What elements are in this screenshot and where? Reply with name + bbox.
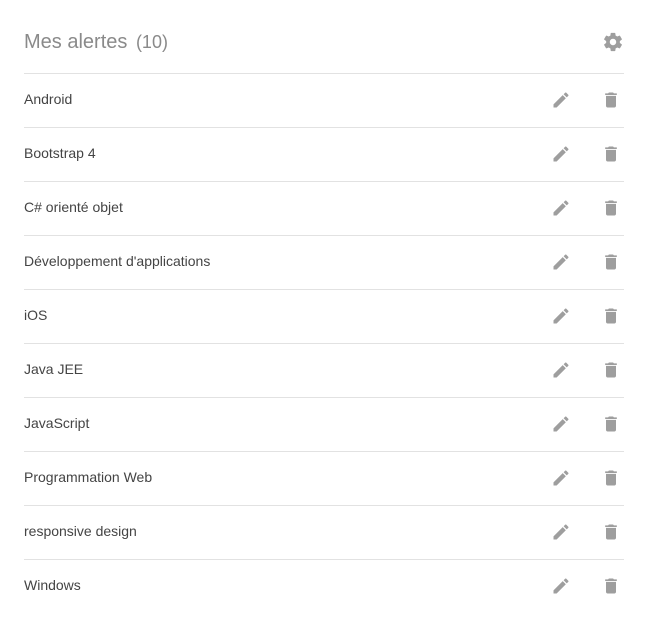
edit-button[interactable] — [551, 90, 571, 110]
edit-button[interactable] — [551, 468, 571, 488]
edit-button[interactable] — [551, 144, 571, 164]
delete-button[interactable] — [601, 144, 621, 164]
delete-button[interactable] — [601, 468, 621, 488]
alert-label[interactable]: responsive design — [24, 522, 137, 540]
list-item: Bootstrap 4 — [24, 128, 624, 182]
alert-label[interactable]: Windows — [24, 576, 81, 594]
trash-icon — [605, 470, 617, 486]
alerts-header: Mes alertes (10) — [24, 0, 624, 74]
pencil-icon — [553, 200, 569, 216]
pencil-icon — [553, 308, 569, 324]
delete-button[interactable] — [601, 306, 621, 326]
edit-button[interactable] — [551, 252, 571, 272]
settings-button[interactable] — [602, 31, 624, 53]
list-item: iOS — [24, 290, 624, 344]
edit-button[interactable] — [551, 360, 571, 380]
pencil-icon — [553, 578, 569, 594]
edit-button[interactable] — [551, 198, 571, 218]
list-item: Android — [24, 74, 624, 128]
gear-icon — [604, 32, 622, 52]
list-item: Windows — [24, 560, 624, 614]
trash-icon — [605, 362, 617, 378]
alert-label[interactable]: Android — [24, 90, 72, 108]
trash-icon — [605, 416, 617, 432]
alert-label[interactable]: Développement d'applications — [24, 252, 210, 270]
pencil-icon — [553, 416, 569, 432]
list-item: Java JEE — [24, 344, 624, 398]
alerts-panel: Mes alertes (10) Android Bootstrap 4 C# … — [0, 0, 649, 627]
delete-button[interactable] — [601, 198, 621, 218]
pencil-icon — [553, 92, 569, 108]
alerts-list: Android Bootstrap 4 C# orienté objet Dév… — [24, 74, 624, 614]
alert-label[interactable]: JavaScript — [24, 414, 89, 432]
trash-icon — [605, 92, 617, 108]
pencil-icon — [553, 254, 569, 270]
delete-button[interactable] — [601, 576, 621, 596]
trash-icon — [605, 524, 617, 540]
trash-icon — [605, 146, 617, 162]
delete-button[interactable] — [601, 360, 621, 380]
list-item: Développement d'applications — [24, 236, 624, 290]
alert-label[interactable]: Programmation Web — [24, 468, 152, 486]
list-item: responsive design — [24, 506, 624, 560]
page-title: Mes alertes (10) — [24, 30, 168, 54]
trash-icon — [605, 578, 617, 594]
pencil-icon — [553, 146, 569, 162]
delete-button[interactable] — [601, 522, 621, 542]
list-item: Programmation Web — [24, 452, 624, 506]
edit-button[interactable] — [551, 414, 571, 434]
edit-button[interactable] — [551, 522, 571, 542]
trash-icon — [605, 254, 617, 270]
edit-button[interactable] — [551, 576, 571, 596]
trash-icon — [605, 308, 617, 324]
alert-label[interactable]: C# orienté objet — [24, 198, 123, 216]
edit-button[interactable] — [551, 306, 571, 326]
alert-label[interactable]: Java JEE — [24, 360, 83, 378]
list-item: JavaScript — [24, 398, 624, 452]
pencil-icon — [553, 524, 569, 540]
alerts-count: (10) — [135, 32, 168, 52]
pencil-icon — [553, 470, 569, 486]
pencil-icon — [553, 362, 569, 378]
page-title-text: Mes alertes — [24, 31, 128, 53]
delete-button[interactable] — [601, 90, 621, 110]
delete-button[interactable] — [601, 252, 621, 272]
trash-icon — [605, 200, 617, 216]
delete-button[interactable] — [601, 414, 621, 434]
alert-label[interactable]: Bootstrap 4 — [24, 144, 96, 162]
list-item: C# orienté objet — [24, 182, 624, 236]
alert-label[interactable]: iOS — [24, 306, 47, 324]
